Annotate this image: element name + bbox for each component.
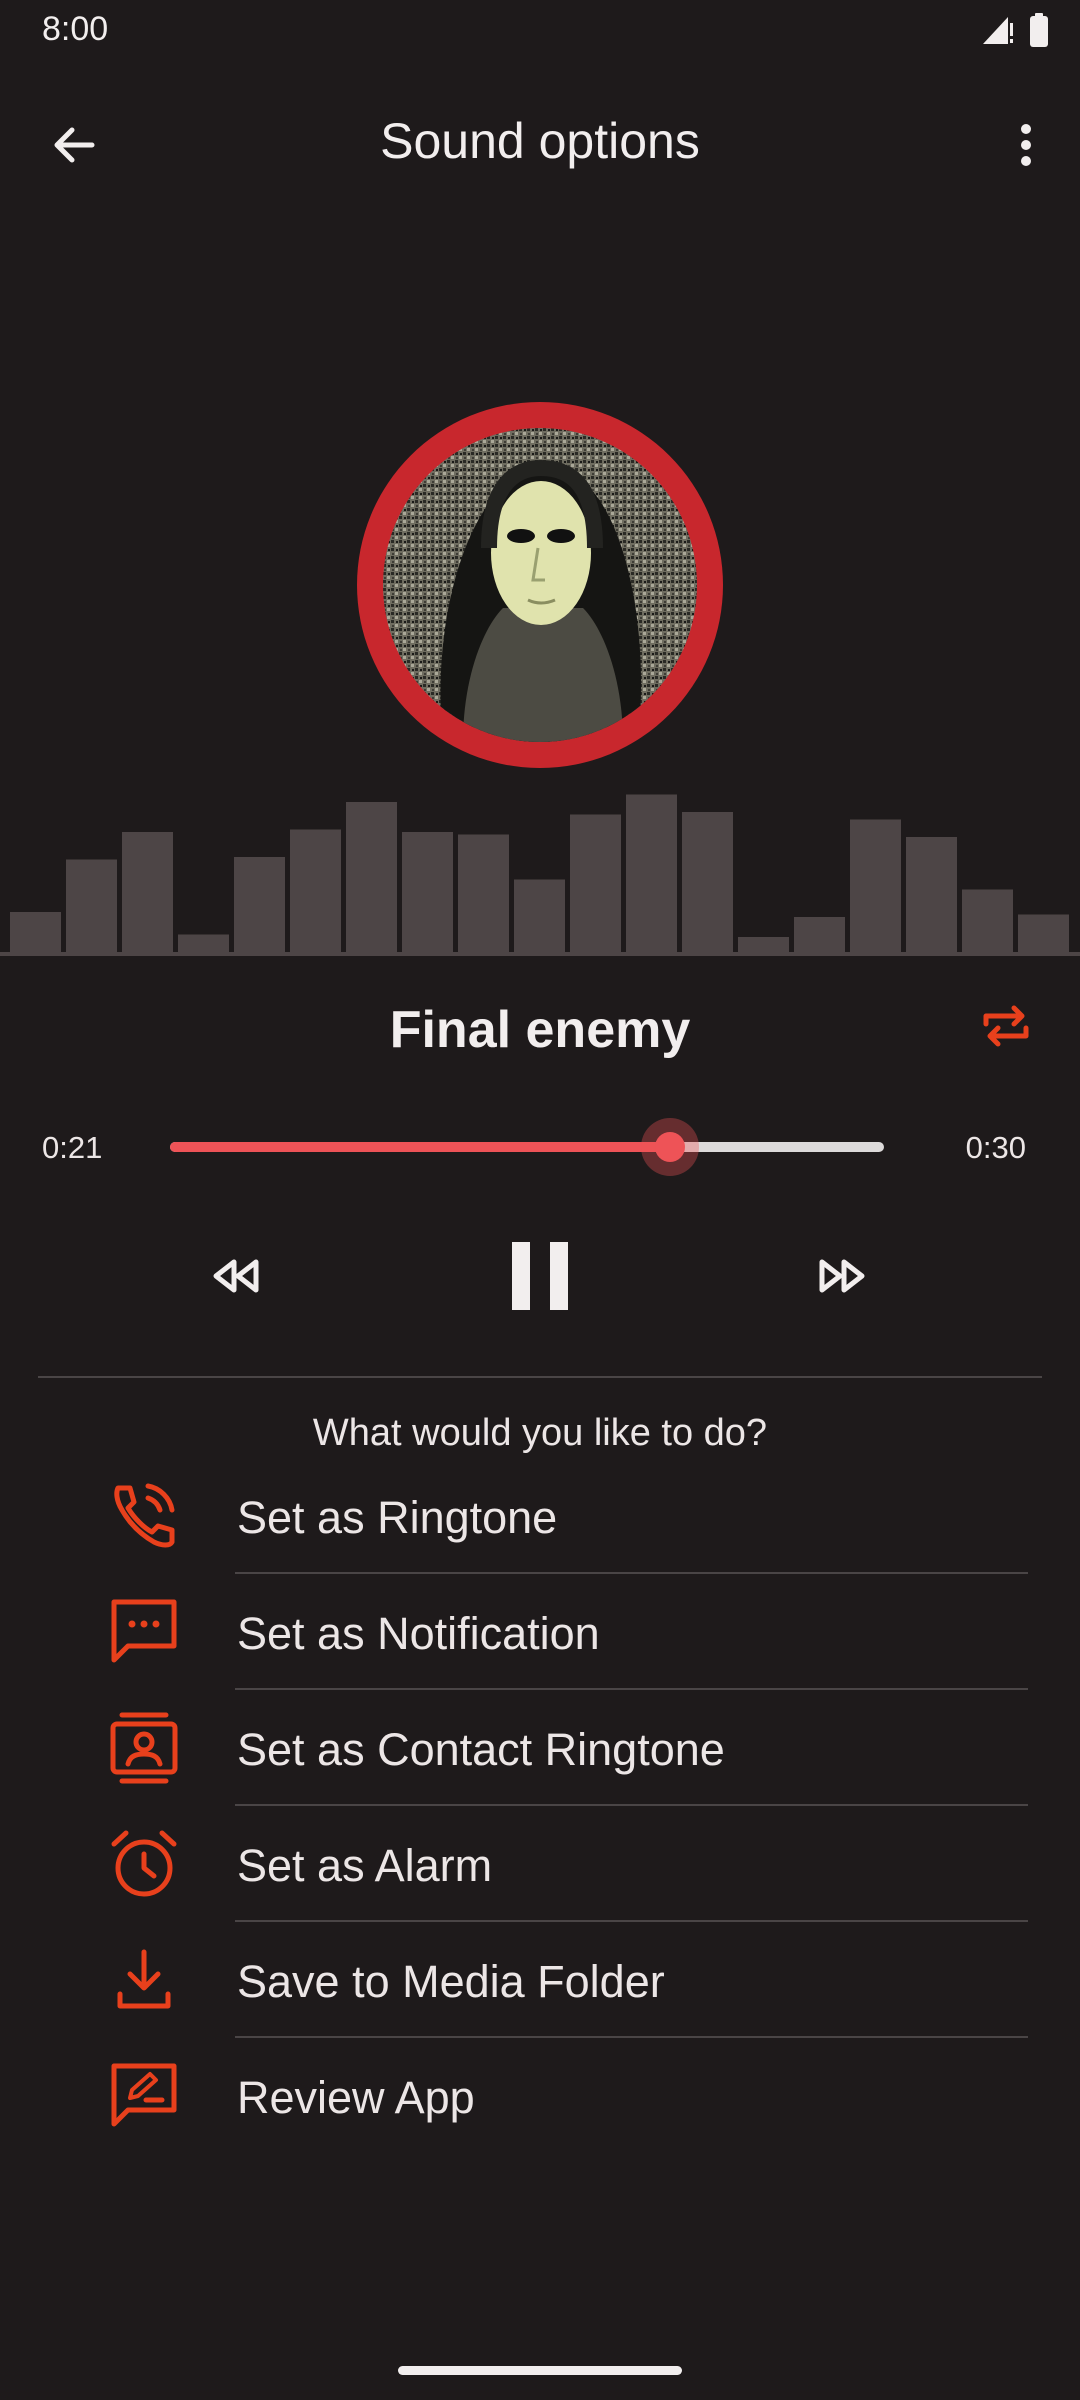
visualizer-bar	[234, 857, 285, 952]
action-review-app[interactable]: Review App	[0, 2038, 1080, 2154]
repeat-icon	[983, 1005, 1029, 1047]
status-bar: 8:00	[0, 0, 1080, 64]
action-label: Review App	[237, 2072, 475, 2123]
audio-visualizer	[0, 794, 1080, 956]
seek-bar-progress	[170, 1142, 670, 1152]
visualizer-bar	[10, 912, 61, 952]
track-title: Final enemy	[389, 1001, 691, 1059]
action-set-ringtone[interactable]: Set as Ringtone	[0, 1458, 1080, 1574]
visualizer-bar	[458, 834, 509, 952]
actions-prompt: What would you like to do?	[312, 1412, 768, 1454]
battery-icon	[1028, 12, 1050, 53]
action-label: Set as Contact Ringtone	[237, 1724, 725, 1775]
status-icons	[980, 12, 1050, 53]
visualizer-bar	[122, 832, 173, 952]
visualizer-bar	[290, 829, 341, 952]
visualizer-bar	[514, 879, 565, 952]
current-time: 0:21	[42, 1130, 103, 1165]
total-time: 0:30	[965, 1130, 1026, 1165]
visualizer-bar	[402, 832, 453, 952]
signal-icon	[980, 13, 1014, 52]
status-time: 8:00	[42, 10, 109, 48]
pause-button[interactable]	[494, 1228, 586, 1324]
visualizer-bar	[66, 859, 117, 952]
divider	[38, 1376, 1042, 1378]
visualizer-bar	[570, 814, 621, 952]
action-label: Set as Ringtone	[237, 1492, 558, 1543]
screen: 8:00 Sound options Final enemy 0:21 0:30…	[0, 0, 1080, 2400]
action-set-contact-ringtone[interactable]: Set as Contact Ringtone	[0, 1690, 1080, 1806]
more-vert-icon	[1021, 124, 1031, 166]
visualizer-bar	[346, 802, 397, 952]
fast-forward-icon	[819, 1259, 865, 1293]
repeat-button[interactable]	[970, 990, 1042, 1062]
app-bar: Sound options	[0, 64, 1080, 222]
playback-controls	[0, 1228, 1080, 1324]
visualizer-bar	[794, 917, 845, 952]
download-icon	[104, 1944, 184, 2016]
visualizer-bar	[682, 812, 733, 952]
message-dots-icon	[104, 1596, 184, 1668]
phone-ring-icon	[104, 1480, 184, 1552]
visualizer-bar	[962, 889, 1013, 952]
more-options-button[interactable]	[988, 110, 1064, 180]
pause-icon	[512, 1242, 568, 1310]
visualizer-bar	[1018, 914, 1069, 952]
actions-list: Set as Ringtone Set as Notification Set …	[0, 1458, 1080, 2154]
visualizer-bar	[850, 819, 901, 952]
fast-forward-button[interactable]	[802, 1244, 878, 1308]
action-label: Set as Alarm	[237, 1840, 493, 1891]
contact-card-icon	[104, 1712, 184, 1784]
alarm-clock-icon	[104, 1828, 184, 1900]
album-artwork	[357, 402, 723, 768]
rewind-icon	[213, 1259, 259, 1293]
artwork-image	[383, 428, 697, 742]
seek-bar[interactable]	[170, 1118, 884, 1176]
rewind-button[interactable]	[200, 1244, 276, 1308]
visualizer-bar	[626, 794, 677, 952]
seek-bar-thumb[interactable]	[640, 1118, 699, 1176]
action-save-to-media-folder[interactable]: Save to Media Folder	[0, 1922, 1080, 2038]
action-set-notification[interactable]: Set as Notification	[0, 1574, 1080, 1690]
page-title: Sound options	[380, 113, 700, 169]
visualizer-bar	[906, 837, 957, 952]
home-indicator[interactable]	[398, 2366, 682, 2375]
visualizer-bar	[738, 937, 789, 952]
action-label: Set as Notification	[237, 1608, 600, 1659]
visualizer-bar	[178, 934, 229, 952]
action-label: Save to Media Folder	[237, 1956, 665, 2007]
action-set-alarm[interactable]: Set as Alarm	[0, 1806, 1080, 1922]
rate-review-icon	[104, 2060, 184, 2132]
